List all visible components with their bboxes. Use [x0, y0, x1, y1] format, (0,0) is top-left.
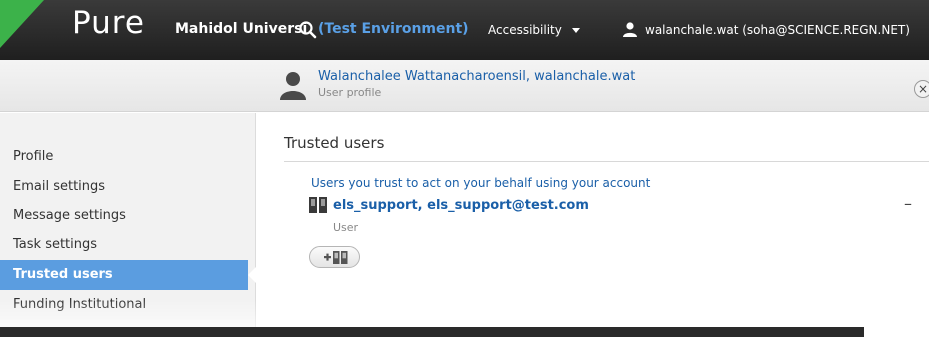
accessibility-label: Accessibility	[488, 23, 562, 37]
sidebar-item-funding-institutional[interactable]: Funding Institutional	[0, 290, 248, 320]
user-icon[interactable]	[622, 21, 638, 37]
close-button[interactable]: ×	[914, 80, 929, 98]
sidebar-item-task-settings[interactable]: Task settings	[0, 230, 248, 260]
brand-corner	[0, 0, 44, 48]
add-trusted-user-button[interactable]	[309, 246, 360, 268]
environment-label: (Test Environment)	[318, 21, 469, 37]
profile-header: Walanchalee Wattanacharoensil, walanchal…	[0, 60, 929, 112]
trusted-user-role: User	[333, 221, 359, 234]
top-bar: Pure Mahidol Universi (Test Environment)…	[0, 0, 929, 60]
accessibility-menu[interactable]: Accessibility	[488, 23, 580, 37]
trusted-user-name[interactable]: els_support, els_support@test.com	[333, 198, 589, 213]
page-title: Trusted users	[284, 134, 385, 152]
user-account-menu[interactable]: walanchale.wat (soha@SCIENCE.REGN.NET)	[645, 23, 910, 37]
pure-logo[interactable]: Pure	[72, 5, 145, 41]
trusted-users-description: Users you trust to act on your behalf us…	[311, 176, 651, 190]
sidebar-item-message-settings[interactable]: Message settings	[0, 201, 248, 231]
avatar	[280, 72, 306, 100]
organization-name: Mahidol Universi	[175, 21, 308, 37]
add-user-icon	[324, 251, 348, 264]
sidebar-item-email-settings[interactable]: Email settings	[0, 172, 248, 202]
profile-name[interactable]: Walanchalee Wattanacharoensil, walanchal…	[318, 69, 635, 84]
title-divider	[284, 161, 929, 162]
sidebar: Profile Email settings Message settings …	[0, 113, 256, 337]
profile-subtitle: User profile	[318, 86, 382, 99]
trusted-user-icon	[309, 197, 327, 213]
sidebar-item-profile[interactable]: Profile	[0, 142, 248, 172]
overlay-bar	[0, 327, 864, 337]
remove-trusted-user-button[interactable]: –	[904, 194, 912, 213]
chevron-down-icon	[571, 28, 580, 33]
sidebar-item-trusted-users[interactable]: Trusted users	[0, 260, 256, 290]
search-icon[interactable]	[298, 20, 318, 40]
